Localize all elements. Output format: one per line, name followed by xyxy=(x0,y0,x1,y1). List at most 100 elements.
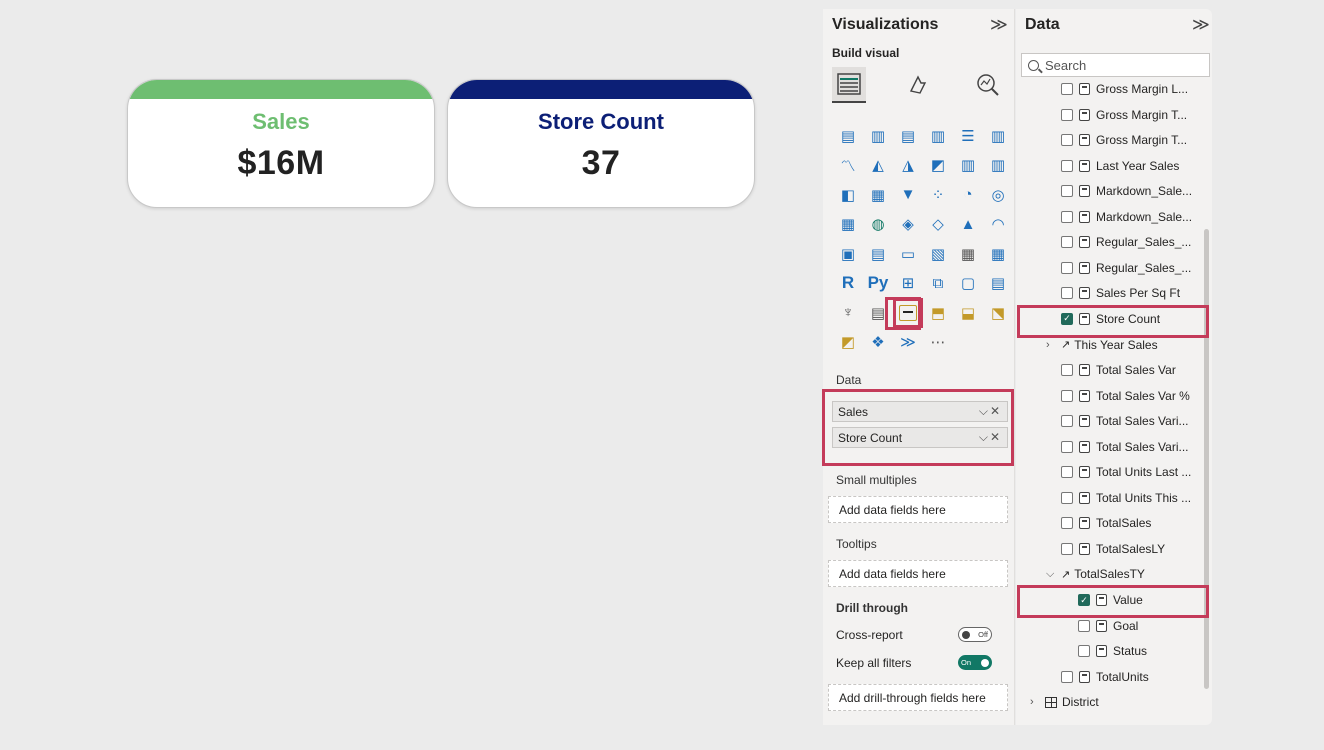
field-checkbox[interactable]: ✓ xyxy=(1061,312,1073,325)
kpi-child-row[interactable]: Goal xyxy=(1078,616,1138,636)
matrix-icon[interactable]: ▦ xyxy=(983,239,1013,269)
power-automate-logo-icon[interactable]: ≫ xyxy=(893,328,923,358)
python-visual-icon[interactable]: Py xyxy=(863,269,893,299)
custom-visual-icon[interactable]: ◩ xyxy=(833,328,863,358)
line-stacked-column-icon[interactable]: ▥ xyxy=(953,151,983,181)
table-icon[interactable]: ▦ xyxy=(953,239,983,269)
table-row[interactable]: › District xyxy=(1030,692,1099,712)
clustered-column-chart-icon[interactable]: ▥ xyxy=(923,121,953,151)
field-well-sales[interactable]: Sales ⌵✕ xyxy=(832,401,1008,422)
cross-report-toggle[interactable]: Off xyxy=(958,627,992,642)
more-visuals-icon[interactable]: ⋯ xyxy=(923,328,953,358)
goals-icon[interactable]: ♆ xyxy=(833,298,863,328)
stacked-column-chart-icon[interactable]: ▥ xyxy=(863,121,893,151)
field-checkbox[interactable] xyxy=(1061,389,1073,402)
clustered-bar-chart-icon[interactable]: ▤ xyxy=(893,121,923,151)
qa-icon[interactable]: ▢ xyxy=(953,269,983,299)
metrics-icon[interactable]: ⬔ xyxy=(983,298,1013,328)
field-checkbox[interactable] xyxy=(1061,159,1073,172)
field-row[interactable]: ✓ Store Count xyxy=(1061,309,1160,329)
card-icon[interactable]: ▣ xyxy=(833,239,863,269)
100-stacked-area-chart-icon[interactable]: ◩ xyxy=(923,151,953,181)
funnel-chart-icon[interactable]: ▼ xyxy=(893,180,923,210)
field-row[interactable]: Total Sales Var % xyxy=(1061,386,1190,406)
build-visual-tab-icon[interactable] xyxy=(832,67,866,103)
100-stacked-column-chart-icon[interactable]: ▥ xyxy=(983,121,1013,151)
line-clustered-column-icon[interactable]: ▥ xyxy=(983,151,1013,181)
donut-chart-icon[interactable]: ◎ xyxy=(983,180,1013,210)
chevron-right-icon[interactable]: › xyxy=(1030,696,1042,708)
expand-icon[interactable]: ≫ xyxy=(990,15,1008,35)
field-checkbox[interactable] xyxy=(1061,83,1073,95)
power-apps-icon[interactable]: ⬒ xyxy=(923,298,953,328)
chevron-down-icon[interactable]: ⌵ xyxy=(1046,568,1058,581)
scatter-chart-icon[interactable]: ⁘ xyxy=(923,180,953,210)
field-row[interactable]: Total Sales Vari... xyxy=(1061,411,1188,431)
analytics-tab-icon[interactable] xyxy=(971,67,1005,103)
filled-map-icon[interactable]: ◈ xyxy=(893,210,923,240)
pie-chart-icon[interactable]: ◔ xyxy=(953,180,983,210)
ribbon-chart-icon[interactable]: ◧ xyxy=(833,180,863,210)
field-row[interactable]: Regular_Sales_... xyxy=(1061,258,1191,278)
kpi-group-row[interactable]: › ↗ This Year Sales xyxy=(1046,335,1158,355)
store-count-card[interactable]: Store Count 37 xyxy=(447,79,755,208)
field-row[interactable]: Markdown_Sale... xyxy=(1061,181,1192,201)
field-row[interactable]: TotalSales xyxy=(1061,513,1151,533)
field-row[interactable]: Total Units This ... xyxy=(1061,488,1191,508)
well-controls-icon[interactable]: ⌵✕ xyxy=(979,430,1002,445)
map-icon[interactable]: ◍ xyxy=(863,210,893,240)
field-row[interactable]: Gross Margin T... xyxy=(1061,130,1187,150)
field-well-store-count[interactable]: Store Count ⌵✕ xyxy=(832,427,1008,448)
small-multiples-dropzone[interactable]: Add data fields here xyxy=(828,496,1008,523)
expand-icon[interactable]: ≫ xyxy=(1192,15,1210,35)
field-row[interactable]: Last Year Sales xyxy=(1061,156,1179,176)
multi-row-card-icon[interactable]: ▤ xyxy=(863,239,893,269)
line-chart-icon[interactable]: 〽 xyxy=(833,151,863,181)
kpi-icon[interactable] xyxy=(893,298,923,328)
treemap-icon[interactable]: ▦ xyxy=(833,210,863,240)
paginated-report-icon[interactable]: ▤ xyxy=(863,298,893,328)
key-influencers-icon[interactable]: ⊞ xyxy=(893,269,923,299)
field-checkbox[interactable] xyxy=(1061,491,1073,504)
smart-narrative-icon[interactable]: ▤ xyxy=(983,269,1013,299)
field-checkbox[interactable] xyxy=(1061,210,1073,223)
slicer-icon[interactable]: ▧ xyxy=(923,239,953,269)
field-checkbox[interactable] xyxy=(1061,542,1073,555)
field-checkbox[interactable] xyxy=(1078,645,1090,658)
field-row[interactable]: Sales Per Sq Ft xyxy=(1061,283,1180,303)
area-chart-icon[interactable]: ◭ xyxy=(863,151,893,181)
scrollbar[interactable] xyxy=(1204,229,1209,689)
field-checkbox[interactable] xyxy=(1061,517,1073,530)
kpi-group-row[interactable]: ⌵ ↗ TotalSalesTY xyxy=(1046,564,1145,584)
field-row[interactable]: Total Sales Vari... xyxy=(1061,437,1188,457)
stacked-bar-chart-icon[interactable]: ▤ xyxy=(833,121,863,151)
field-row[interactable]: TotalUnits xyxy=(1061,667,1149,687)
shape-map-icon[interactable]: ◇ xyxy=(923,210,953,240)
field-row[interactable]: Total Units Last ... xyxy=(1061,462,1191,482)
field-checkbox[interactable] xyxy=(1061,670,1073,683)
field-checkbox[interactable] xyxy=(1061,185,1073,198)
100-stacked-bar-chart-icon[interactable]: ☰ xyxy=(953,121,983,151)
field-checkbox[interactable] xyxy=(1061,287,1073,300)
tooltips-dropzone[interactable]: Add data fields here xyxy=(828,560,1008,587)
field-row[interactable]: Gross Margin L... xyxy=(1061,79,1188,99)
decomposition-tree-icon[interactable]: ⧉ xyxy=(923,269,953,299)
power-automate-icon[interactable]: ⬓ xyxy=(953,298,983,328)
field-checkbox[interactable] xyxy=(1061,440,1073,453)
gauge-icon[interactable]: ◠ xyxy=(983,210,1013,240)
azure-map-icon[interactable]: ▲ xyxy=(953,210,983,240)
format-visual-tab-icon[interactable] xyxy=(901,67,935,103)
field-checkbox[interactable] xyxy=(1061,134,1073,147)
power-apps-logo-icon[interactable]: ❖ xyxy=(863,328,893,358)
chevron-right-icon[interactable]: › xyxy=(1046,339,1058,351)
drill-through-dropzone[interactable]: Add drill-through fields here xyxy=(828,684,1008,711)
field-checkbox[interactable] xyxy=(1061,108,1073,121)
field-checkbox[interactable] xyxy=(1061,364,1073,377)
field-checkbox[interactable] xyxy=(1061,415,1073,428)
kpi-child-row[interactable]: ✓ Value xyxy=(1078,590,1143,610)
field-row[interactable]: Gross Margin T... xyxy=(1061,105,1187,125)
r-visual-icon[interactable]: R xyxy=(833,269,863,299)
field-row[interactable]: TotalSalesLY xyxy=(1061,539,1165,559)
field-checkbox[interactable] xyxy=(1061,466,1073,479)
field-checkbox[interactable]: ✓ xyxy=(1078,594,1090,606)
